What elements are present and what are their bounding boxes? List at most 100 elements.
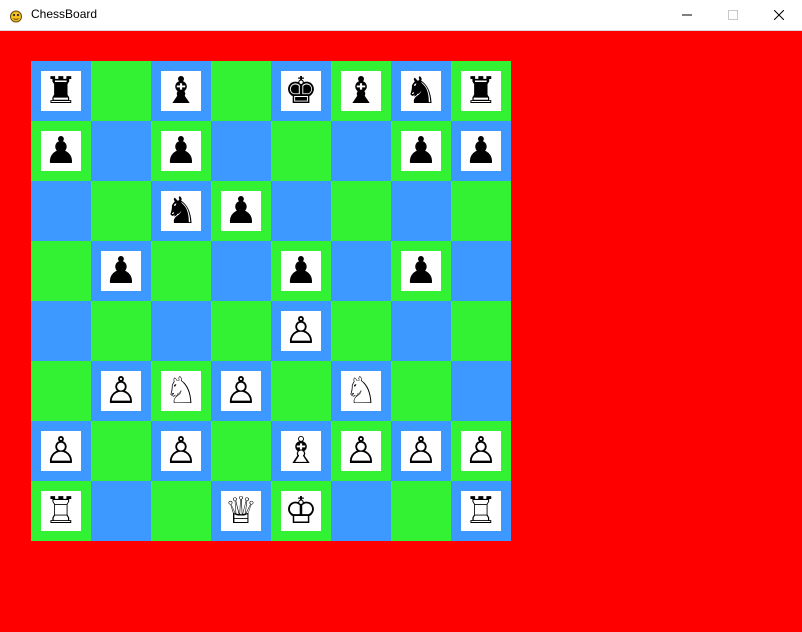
white-pawn-piece[interactable]: ♙: [161, 431, 201, 471]
square-c6[interactable]: ♞: [151, 181, 211, 241]
square-g5[interactable]: ♟: [391, 241, 451, 301]
square-a6[interactable]: [31, 181, 91, 241]
white-knight-piece[interactable]: ♘: [341, 371, 381, 411]
square-f2[interactable]: ♙: [331, 421, 391, 481]
square-f3[interactable]: ♘: [331, 361, 391, 421]
square-f5[interactable]: [331, 241, 391, 301]
square-g4[interactable]: [391, 301, 451, 361]
square-b5[interactable]: ♟: [91, 241, 151, 301]
square-d5[interactable]: [211, 241, 271, 301]
square-e2[interactable]: ♗: [271, 421, 331, 481]
square-h1[interactable]: ♖: [451, 481, 511, 541]
minimize-button[interactable]: [664, 0, 710, 30]
black-pawn-icon: ♟: [44, 129, 78, 172]
square-c7[interactable]: ♟: [151, 121, 211, 181]
square-a1[interactable]: ♖: [31, 481, 91, 541]
black-king-piece[interactable]: ♚: [281, 71, 321, 111]
white-bishop-piece[interactable]: ♗: [281, 431, 321, 471]
white-pawn-piece[interactable]: ♙: [41, 431, 81, 471]
white-pawn-piece[interactable]: ♙: [221, 371, 261, 411]
black-pawn-piece[interactable]: ♟: [281, 251, 321, 291]
square-c3[interactable]: ♘: [151, 361, 211, 421]
square-c4[interactable]: [151, 301, 211, 361]
square-a4[interactable]: [31, 301, 91, 361]
square-c1[interactable]: [151, 481, 211, 541]
square-d7[interactable]: [211, 121, 271, 181]
black-rook-piece[interactable]: ♜: [41, 71, 81, 111]
white-rook-piece[interactable]: ♖: [461, 491, 501, 531]
square-c5[interactable]: [151, 241, 211, 301]
square-f7[interactable]: [331, 121, 391, 181]
black-bishop-piece[interactable]: ♝: [341, 71, 381, 111]
black-pawn-piece[interactable]: ♟: [401, 251, 441, 291]
square-h4[interactable]: [451, 301, 511, 361]
maximize-button[interactable]: [710, 0, 756, 30]
black-pawn-piece[interactable]: ♟: [101, 251, 141, 291]
square-f1[interactable]: [331, 481, 391, 541]
close-button[interactable]: [756, 0, 802, 30]
square-e4[interactable]: ♙: [271, 301, 331, 361]
white-pawn-piece[interactable]: ♙: [281, 311, 321, 351]
square-h8[interactable]: ♜: [451, 61, 511, 121]
square-h3[interactable]: [451, 361, 511, 421]
square-h2[interactable]: ♙: [451, 421, 511, 481]
square-f4[interactable]: [331, 301, 391, 361]
white-queen-piece[interactable]: ♕: [221, 491, 261, 531]
white-pawn-piece[interactable]: ♙: [461, 431, 501, 471]
square-e1[interactable]: ♔: [271, 481, 331, 541]
black-pawn-piece[interactable]: ♟: [41, 131, 81, 171]
square-e3[interactable]: [271, 361, 331, 421]
square-c8[interactable]: ♝: [151, 61, 211, 121]
square-c2[interactable]: ♙: [151, 421, 211, 481]
square-b3[interactable]: ♙: [91, 361, 151, 421]
square-g7[interactable]: ♟: [391, 121, 451, 181]
black-bishop-piece[interactable]: ♝: [161, 71, 201, 111]
square-g1[interactable]: [391, 481, 451, 541]
black-pawn-piece[interactable]: ♟: [401, 131, 441, 171]
white-king-piece[interactable]: ♔: [281, 491, 321, 531]
square-g8[interactable]: ♞: [391, 61, 451, 121]
square-d6[interactable]: ♟: [211, 181, 271, 241]
square-a7[interactable]: ♟: [31, 121, 91, 181]
square-a5[interactable]: [31, 241, 91, 301]
black-rook-piece[interactable]: ♜: [461, 71, 501, 111]
square-g6[interactable]: [391, 181, 451, 241]
square-b4[interactable]: [91, 301, 151, 361]
white-knight-piece[interactable]: ♘: [161, 371, 201, 411]
square-d1[interactable]: ♕: [211, 481, 271, 541]
square-g2[interactable]: ♙: [391, 421, 451, 481]
square-g3[interactable]: [391, 361, 451, 421]
square-a3[interactable]: [31, 361, 91, 421]
square-h6[interactable]: [451, 181, 511, 241]
white-rook-piece[interactable]: ♖: [41, 491, 81, 531]
square-f6[interactable]: [331, 181, 391, 241]
square-d8[interactable]: [211, 61, 271, 121]
square-e8[interactable]: ♚: [271, 61, 331, 121]
square-f8[interactable]: ♝: [331, 61, 391, 121]
square-b1[interactable]: [91, 481, 151, 541]
black-pawn-piece[interactable]: ♟: [221, 191, 261, 231]
close-icon: [774, 10, 784, 20]
square-e7[interactable]: [271, 121, 331, 181]
square-h7[interactable]: ♟: [451, 121, 511, 181]
square-e6[interactable]: [271, 181, 331, 241]
black-pawn-piece[interactable]: ♟: [161, 131, 201, 171]
black-knight-piece[interactable]: ♞: [401, 71, 441, 111]
white-pawn-piece[interactable]: ♙: [401, 431, 441, 471]
square-b8[interactable]: [91, 61, 151, 121]
square-d2[interactable]: [211, 421, 271, 481]
black-pawn-piece[interactable]: ♟: [461, 131, 501, 171]
square-b2[interactable]: [91, 421, 151, 481]
white-pawn-piece[interactable]: ♙: [341, 431, 381, 471]
square-d4[interactable]: [211, 301, 271, 361]
white-pawn-piece[interactable]: ♙: [101, 371, 141, 411]
square-b7[interactable]: [91, 121, 151, 181]
white-knight-icon: ♘: [164, 369, 198, 412]
black-knight-piece[interactable]: ♞: [161, 191, 201, 231]
square-a2[interactable]: ♙: [31, 421, 91, 481]
square-a8[interactable]: ♜: [31, 61, 91, 121]
square-e5[interactable]: ♟: [271, 241, 331, 301]
square-h5[interactable]: [451, 241, 511, 301]
square-b6[interactable]: [91, 181, 151, 241]
square-d3[interactable]: ♙: [211, 361, 271, 421]
